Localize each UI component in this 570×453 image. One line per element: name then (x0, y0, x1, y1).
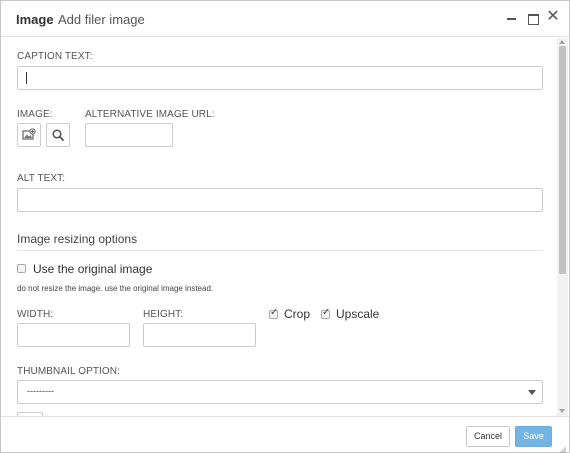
minimize-icon[interactable] (504, 10, 520, 26)
alt-image-url-label: ALTERNATIVE IMAGE URL: (85, 109, 215, 120)
resize-grip-icon[interactable] (559, 442, 566, 453)
add-image-button[interactable] (17, 123, 41, 147)
dialog-title: Image (16, 12, 54, 27)
height-input[interactable] (143, 323, 256, 347)
vertical-scrollbar[interactable] (557, 38, 568, 416)
crop-label[interactable]: Crop (284, 307, 310, 321)
width-label: WIDTH: (17, 309, 54, 320)
alt-text-input[interactable] (17, 188, 543, 212)
text-cursor (26, 72, 27, 84)
upscale-label[interactable]: Upscale (336, 307, 379, 321)
dialog-body: CAPTION TEXT: IMAGE: ALTERNATIVE IMAGE U… (1, 38, 557, 416)
resizing-section-title: Image resizing options (17, 232, 138, 246)
chevron-down-icon (528, 390, 536, 395)
dialog-footer: Cancel Save (1, 416, 569, 453)
thumbnail-selected-value: --------- (27, 386, 54, 396)
dialog-header: Image Add filer image ✕ (1, 1, 569, 37)
close-icon[interactable]: ✕ (545, 9, 561, 25)
dialog-subtitle: Add filer image (58, 12, 145, 27)
use-original-help: do not resize the image. use the origina… (17, 284, 214, 293)
scroll-up-arrow-icon[interactable] (559, 40, 565, 44)
image-label: IMAGE: (17, 109, 53, 120)
browse-image-button[interactable] (46, 123, 70, 147)
height-label: HEIGHT: (143, 309, 184, 320)
thumbnail-option-label: THUMBNAIL OPTION: (17, 366, 121, 377)
use-original-label[interactable]: Use the original image (33, 262, 152, 276)
save-button[interactable]: Save (515, 426, 552, 447)
section-divider (17, 250, 543, 251)
use-original-checkbox[interactable] (17, 264, 26, 273)
width-input[interactable] (17, 323, 130, 347)
maximize-icon[interactable] (525, 10, 541, 26)
upscale-checkbox[interactable] (321, 307, 330, 319)
scroll-down-arrow-icon[interactable] (559, 409, 565, 413)
thumbnail-option-select[interactable]: --------- (17, 380, 543, 404)
alt-image-url-input[interactable] (85, 123, 173, 147)
cancel-button[interactable]: Cancel (466, 426, 510, 447)
crop-checkbox[interactable] (269, 307, 278, 319)
scroll-thumb[interactable] (559, 46, 566, 274)
image-plugin-dialog: Image Add filer image ✕ CAPTION TEXT: IM… (0, 0, 570, 453)
caption-input[interactable] (17, 66, 543, 90)
alt-text-label: ALT TEXT: (17, 173, 66, 184)
caption-label: CAPTION TEXT: (17, 51, 93, 62)
